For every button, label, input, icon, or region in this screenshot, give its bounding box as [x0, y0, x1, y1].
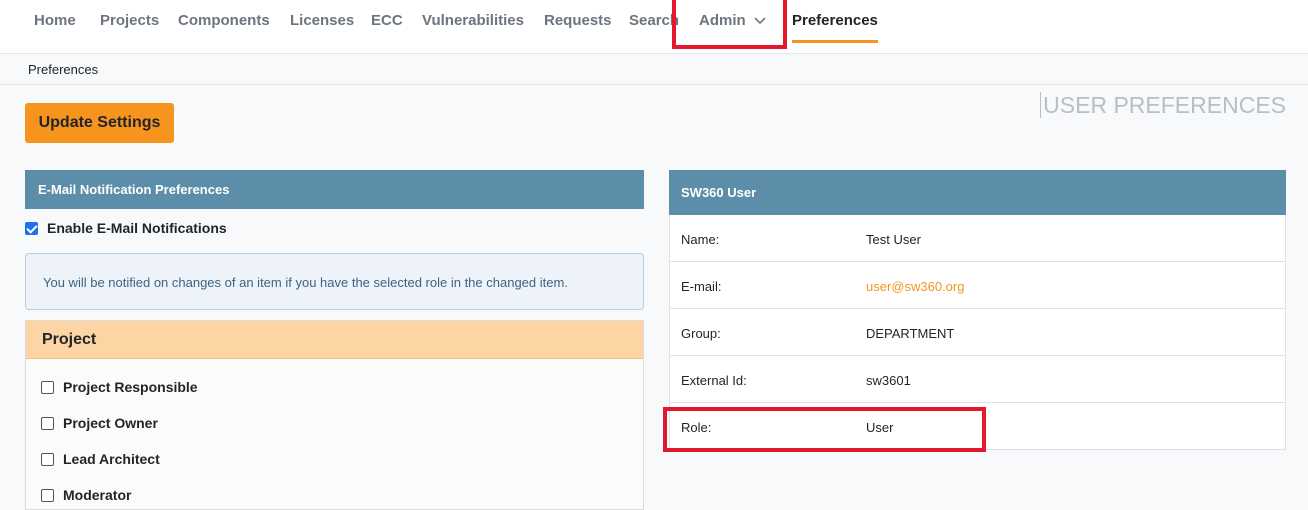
user-row-role: Role: User [670, 403, 1285, 450]
row-value: User [866, 420, 894, 435]
user-details-table: Name: Test User E-mail: user@sw360.org G… [669, 215, 1286, 450]
user-row-email: E-mail: user@sw360.org [670, 262, 1285, 309]
role-label: Project Responsible [63, 379, 198, 395]
row-key: Role: [681, 420, 712, 435]
nav-licenses[interactable]: Licenses [290, 0, 354, 43]
update-settings-button[interactable]: Update Settings [25, 103, 174, 143]
enable-email-checkbox[interactable] [25, 222, 38, 235]
role-moderator[interactable]: Moderator [41, 487, 131, 503]
checkbox[interactable] [41, 489, 54, 502]
checkbox[interactable] [41, 417, 54, 430]
nav-preferences[interactable]: Preferences [792, 0, 878, 43]
role-project-owner[interactable]: Project Owner [41, 415, 158, 431]
row-value: DEPARTMENT [866, 326, 955, 341]
checkbox[interactable] [41, 453, 54, 466]
enable-email-label: Enable E-Mail Notifications [47, 220, 227, 236]
row-key: E-mail: [681, 279, 722, 294]
user-panel-header: SW360 User [669, 170, 1286, 215]
nav-admin-label: Admin [699, 12, 746, 29]
role-label: Project Owner [63, 415, 158, 431]
chevron-down-icon [754, 17, 766, 25]
row-value: Test User [866, 232, 921, 247]
nav-components[interactable]: Components [178, 0, 270, 43]
row-value: sw3601 [866, 373, 911, 388]
page-title: USER PREFERENCES [1040, 92, 1286, 118]
top-navigation: Home Projects Components Licenses ECC Vu… [0, 0, 1308, 54]
checkbox[interactable] [41, 381, 54, 394]
row-key: Group: [681, 326, 721, 341]
role-label: Lead Architect [63, 451, 160, 467]
role-project-responsible[interactable]: Project Responsible [41, 379, 198, 395]
nav-admin-dropdown[interactable]: Admin [699, 0, 766, 43]
breadcrumb-current: Preferences [28, 62, 99, 77]
enable-email-notifications[interactable]: Enable E-Mail Notifications [25, 220, 227, 236]
nav-search[interactable]: Search [629, 0, 679, 43]
role-label: Moderator [63, 487, 132, 503]
nav-projects[interactable]: Projects [100, 0, 159, 43]
nav-requests[interactable]: Requests [544, 0, 612, 43]
nav-ecc[interactable]: ECC [371, 0, 403, 43]
user-row-group: Group: DEPARTMENT [670, 309, 1285, 356]
row-key: External Id: [681, 373, 747, 388]
role-lead-architect[interactable]: Lead Architect [41, 451, 160, 467]
row-key: Name: [681, 232, 720, 247]
breadcrumb: Preferences [0, 55, 1308, 85]
nav-home[interactable]: Home [34, 0, 76, 43]
nav-vulnerabilities[interactable]: Vulnerabilities [422, 0, 524, 43]
email-link[interactable]: user@sw360.org [866, 279, 964, 294]
notification-info-alert: You will be notified on changes of an it… [25, 253, 644, 310]
project-card-header: Project [26, 321, 643, 359]
user-row-name: Name: Test User [670, 215, 1285, 262]
email-preferences-header: E-Mail Notification Preferences [25, 170, 644, 209]
project-roles-card: Project Project Responsible Project Owne… [25, 320, 644, 510]
user-row-external-id: External Id: sw3601 [670, 356, 1285, 403]
